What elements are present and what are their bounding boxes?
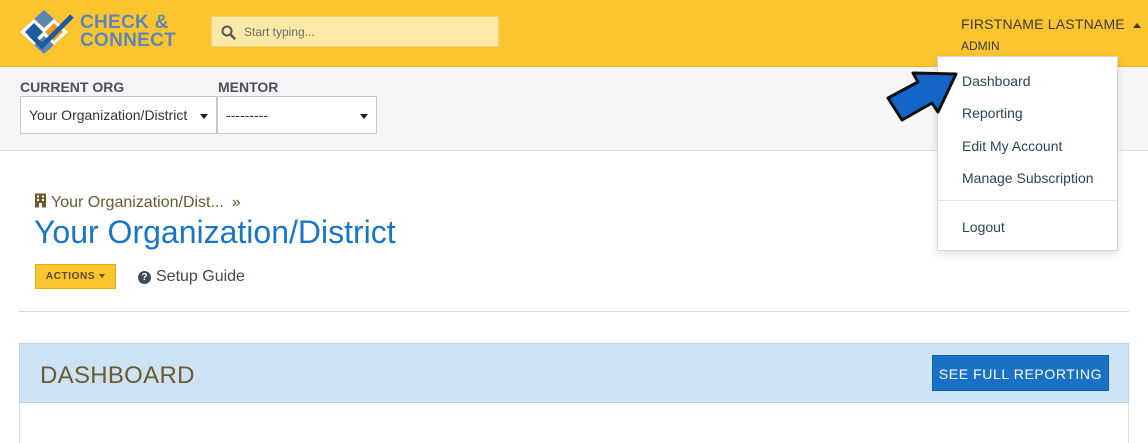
setup-guide-link[interactable]: ? Setup Guide: [138, 268, 245, 286]
logo-line-2: CONNECT: [80, 30, 177, 51]
actions-button[interactable]: ACTIONS: [35, 264, 116, 289]
chevron-down-icon: [360, 114, 368, 119]
divider: [19, 311, 1129, 312]
logo-mark-icon: [20, 10, 74, 54]
mentor-select[interactable]: ---------: [217, 96, 377, 134]
mentor-label: MENTOR: [218, 79, 279, 95]
caret-down-icon: [99, 274, 106, 279]
breadcrumb-link[interactable]: Your Organization/Dist...: [51, 194, 224, 211]
caret-up-icon: [1132, 22, 1141, 28]
actions-label: ACTIONS: [45, 271, 96, 282]
search-box: [211, 16, 499, 47]
dashboard-panel-header: DASHBOARD SEE FULL REPORTING: [19, 343, 1129, 403]
building-icon: [35, 193, 46, 208]
menu-item-reporting[interactable]: Reporting: [962, 105, 1023, 121]
search-icon: [221, 25, 236, 40]
dashboard-title: DASHBOARD: [40, 362, 195, 389]
breadcrumb: Your Organization/Dist... »: [34, 193, 241, 212]
pointer-arrow-icon: [886, 71, 958, 122]
menu-item-dashboard[interactable]: Dashboard: [962, 73, 1031, 89]
chevron-down-icon: [200, 114, 208, 119]
user-dropdown-menu: Dashboard Reporting Edit My Account Mana…: [937, 56, 1118, 251]
user-role: ADMIN: [961, 39, 1000, 53]
current-org-select[interactable]: Your Organization/District: [20, 96, 217, 134]
page-title: Your Organization/District: [34, 214, 396, 250]
dashboard-panel-body: [19, 403, 1129, 443]
search-input[interactable]: [244, 17, 494, 46]
check-connect-logo[interactable]: CHECK & CONNECT: [18, 8, 188, 56]
user-name: FIRSTNAME LASTNAME: [961, 16, 1125, 32]
user-menu-toggle[interactable]: FIRSTNAME LASTNAME ADMIN: [961, 16, 1141, 53]
menu-divider: [938, 200, 1117, 201]
menu-item-logout[interactable]: Logout: [962, 219, 1005, 235]
breadcrumb-separator: »: [231, 194, 241, 211]
menu-item-manage-subscription[interactable]: Manage Subscription: [962, 170, 1094, 186]
current-org-label: CURRENT ORG: [20, 79, 125, 95]
question-circle-icon: ?: [138, 271, 151, 284]
current-org-value: Your Organization/District: [29, 107, 188, 123]
setup-guide-label: Setup Guide: [156, 268, 245, 285]
see-full-reporting-button[interactable]: SEE FULL REPORTING: [932, 355, 1109, 391]
mentor-value: ---------: [226, 107, 268, 123]
menu-item-edit-account[interactable]: Edit My Account: [962, 138, 1062, 154]
